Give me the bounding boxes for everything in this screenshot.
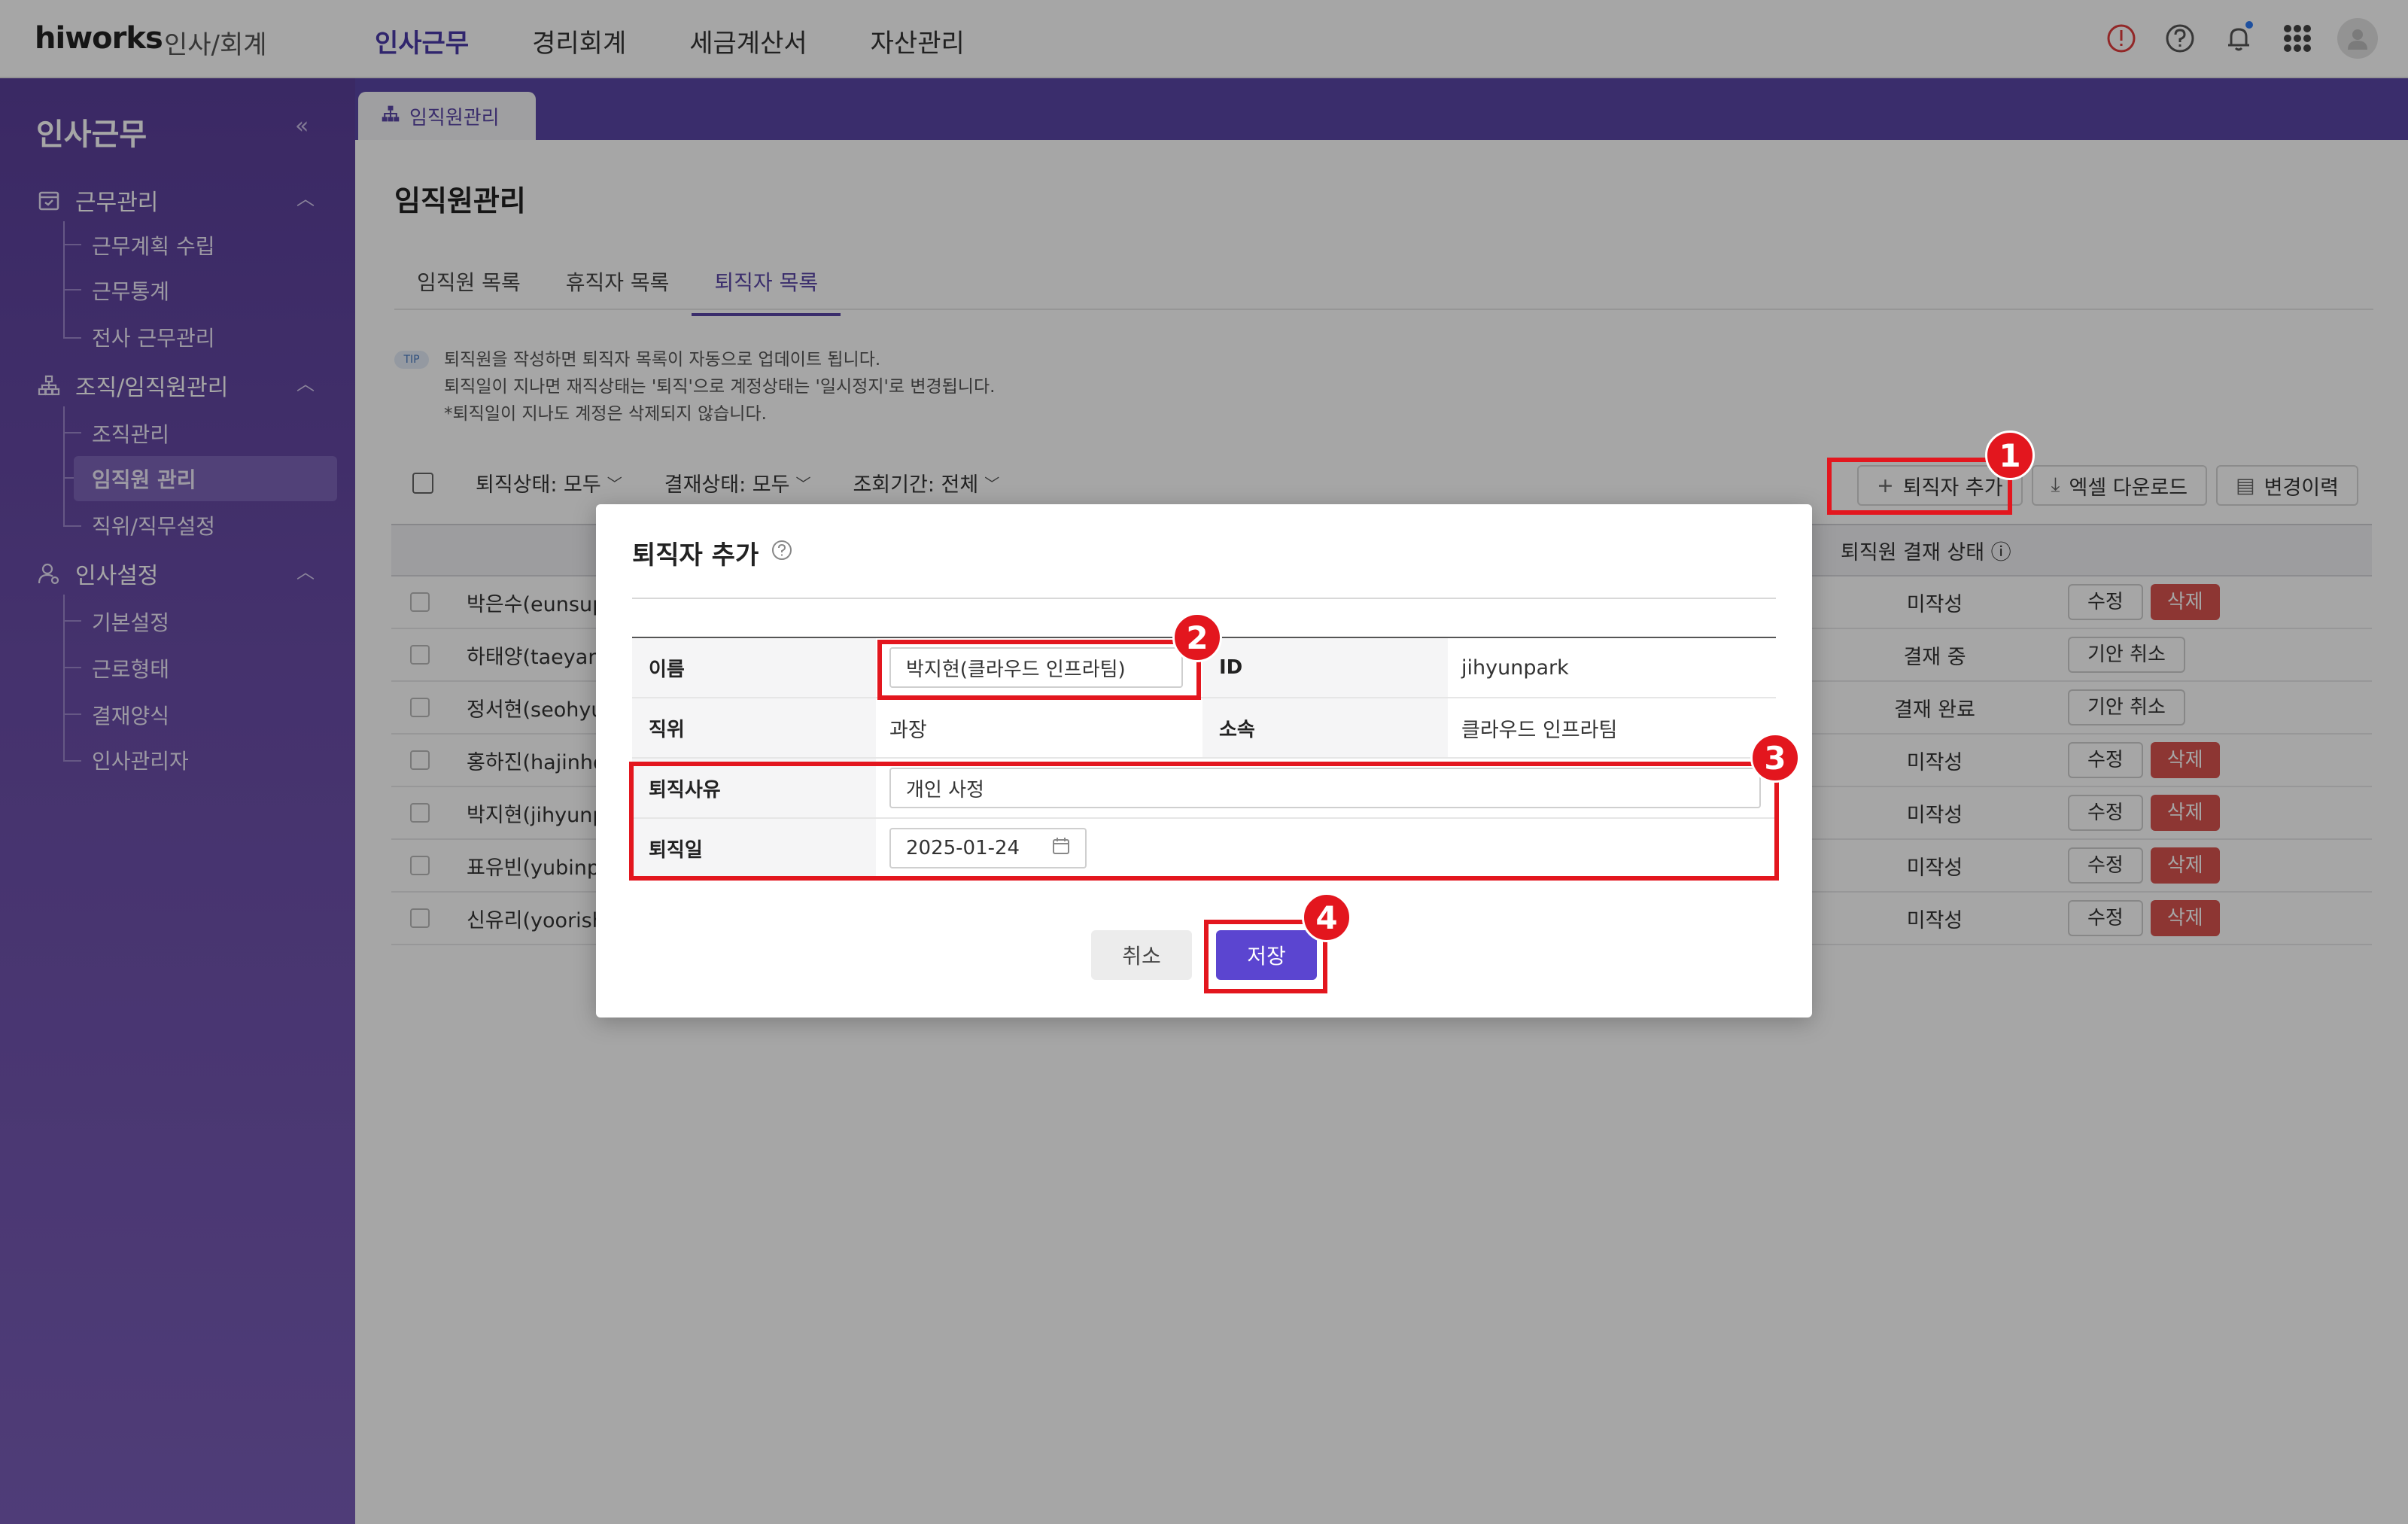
id-label: ID — [1202, 638, 1448, 697]
callout-number: 1 — [1985, 430, 2035, 480]
modal-divider — [632, 598, 1776, 599]
form-row: 직위 과장 소속 클라우드 인프라팀 — [632, 698, 1776, 759]
modal-title: 퇴직자 추가 — [632, 534, 793, 571]
dept-label: 소속 — [1202, 698, 1448, 757]
modal-title-text: 퇴직자 추가 — [632, 540, 759, 570]
callout-number: 2 — [1172, 613, 1222, 662]
callout-highlight-name-field — [877, 640, 1201, 700]
callout-number: 4 — [1302, 893, 1351, 942]
cancel-button[interactable]: 취소 — [1091, 930, 1192, 980]
position-value: 과장 — [889, 718, 927, 742]
position-label: 직위 — [632, 698, 876, 757]
name-label: 이름 — [632, 638, 876, 697]
id-value: jihyunpark — [1461, 656, 1569, 680]
callout-number: 3 — [1750, 733, 1800, 783]
help-icon[interactable] — [771, 538, 793, 568]
dept-value: 클라우드 인프라팀 — [1461, 718, 1618, 742]
callout-highlight-reason-date — [629, 762, 1779, 881]
callout-highlight-add-button — [1827, 458, 2012, 515]
